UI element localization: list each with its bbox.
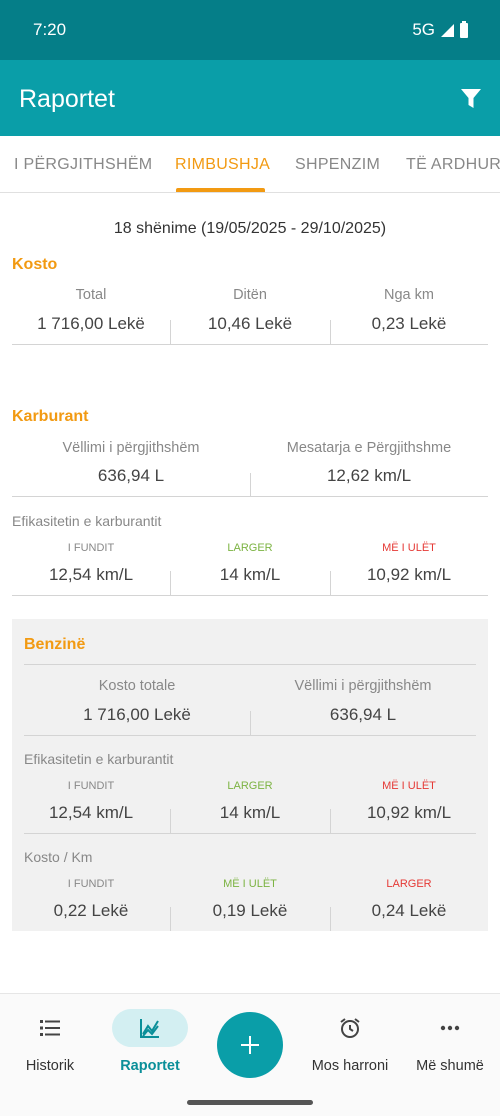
divider bbox=[12, 595, 488, 596]
benzine-efficiency-larger-label: LARGER bbox=[227, 780, 273, 792]
fuel-volume-value: 636,94 L bbox=[97, 466, 165, 485]
nav-label: Raportet bbox=[120, 1058, 180, 1074]
tab-refuel[interactable]: RIMBUSHJA bbox=[175, 156, 270, 174]
divider bbox=[170, 907, 171, 931]
network-label: 5G bbox=[412, 20, 435, 39]
cost-per-km-last-value: 0,22 Lekë bbox=[53, 901, 129, 920]
efficiency-last-label: I FUNDIT bbox=[67, 542, 115, 554]
chart-icon bbox=[140, 1019, 159, 1038]
efficiency-last-value: 12,54 km/L bbox=[48, 565, 134, 584]
divider bbox=[330, 320, 331, 344]
divider bbox=[24, 664, 476, 665]
benzine-efficiency-lowest-value: 10,92 km/L bbox=[366, 803, 452, 822]
fuel-volume-label: Vëllimi i përgjithshëm bbox=[62, 440, 200, 456]
divider bbox=[250, 473, 251, 497]
divider bbox=[330, 907, 331, 931]
add-button[interactable] bbox=[217, 1012, 283, 1078]
divider bbox=[250, 711, 251, 735]
benzine-efficiency-last-label: I FUNDIT bbox=[67, 780, 115, 792]
status-time: 7:20 bbox=[33, 20, 67, 39]
tab-indicator bbox=[176, 188, 265, 192]
benzine-efficiency-last-value: 12,54 km/L bbox=[48, 803, 134, 822]
divider bbox=[170, 571, 171, 595]
benzine-efficiency-title: Efikasitetin e karburantit bbox=[24, 751, 174, 767]
efficiency-larger-value: 14 km/L bbox=[219, 565, 281, 584]
filter-icon[interactable] bbox=[461, 89, 481, 109]
signal-icon bbox=[441, 23, 454, 37]
benzine-efficiency-larger-value: 14 km/L bbox=[219, 803, 281, 822]
divider bbox=[330, 809, 331, 833]
battery-icon bbox=[460, 20, 468, 38]
nav-label: Më shumë bbox=[416, 1058, 484, 1074]
benzine-volume-value: 636,94 L bbox=[329, 705, 397, 724]
cost-per-km-title: Kosto / Km bbox=[24, 849, 93, 865]
benzine-cost-label: Kosto totale bbox=[98, 678, 176, 694]
benzine-volume-label: Vëllimi i përgjithshëm bbox=[294, 678, 432, 694]
efficiency-lowest-value: 10,92 km/L bbox=[366, 565, 452, 584]
divider bbox=[24, 735, 476, 736]
divider bbox=[170, 809, 171, 833]
efficiency-title: Efikasitetin e karburantit bbox=[12, 513, 162, 529]
cost-per-km-lowest-label: MË I ULËT bbox=[223, 878, 277, 890]
efficiency-lowest-label: MË I ULËT bbox=[382, 542, 436, 554]
fuel-average-value: 12,62 km/L bbox=[326, 466, 412, 485]
divider bbox=[12, 344, 488, 345]
cost-per-km-larger-value: 0,24 Lekë bbox=[371, 901, 447, 920]
benzine-efficiency-lowest-label: MË I ULËT bbox=[382, 780, 436, 792]
gesture-bar[interactable] bbox=[187, 1100, 313, 1105]
nav-label: Historik bbox=[25, 1058, 75, 1074]
kosto-km-label: Nga km bbox=[384, 287, 434, 303]
benzine-title: Benzinë bbox=[24, 636, 86, 653]
page-title: Raportet bbox=[19, 85, 115, 113]
karburant-title: Karburant bbox=[12, 408, 89, 425]
tab-expense[interactable]: SHPENZIM bbox=[295, 156, 380, 174]
status-icons: 5G bbox=[412, 20, 468, 40]
kosto-day-label: Ditën bbox=[233, 287, 267, 303]
alarm-icon bbox=[340, 1018, 360, 1038]
kosto-title: Kosto bbox=[12, 256, 58, 273]
benzine-cost-value: 1 716,00 Lekë bbox=[83, 705, 191, 724]
tab-general[interactable]: I PËRGJITHSHËM bbox=[14, 156, 152, 174]
tab-income[interactable]: TË ARDHURA bbox=[406, 156, 500, 174]
kosto-total-label: Total bbox=[75, 287, 107, 303]
list-icon bbox=[40, 1020, 60, 1036]
tab-bar: I PËRGJITHSHËM RIMBUSHJA SHPENZIM TË ARD… bbox=[0, 136, 500, 193]
kosto-km-value: 0,23 Lekë bbox=[371, 314, 447, 333]
records-summary: 18 shënime (19/05/2025 - 29/10/2025) bbox=[113, 220, 387, 237]
bottom-nav: Historik Raportet Mos harroni Më shumë bbox=[0, 993, 500, 1116]
nav-label: Mos harroni bbox=[311, 1058, 389, 1074]
divider bbox=[170, 320, 171, 344]
cost-per-km-lowest-value: 0,19 Lekë bbox=[212, 901, 288, 920]
divider bbox=[24, 833, 476, 834]
fuel-average-label: Mesatarja e Përgjithshme bbox=[286, 440, 452, 456]
app-bar: Raportet bbox=[0, 60, 500, 136]
divider bbox=[330, 571, 331, 595]
cost-per-km-larger-label: LARGER bbox=[386, 878, 432, 890]
cost-per-km-last-label: I FUNDIT bbox=[67, 878, 115, 890]
status-bar: 7:20 5G bbox=[0, 0, 500, 60]
more-dots-icon bbox=[440, 1025, 460, 1031]
kosto-total-value: 1 716,00 Lekë bbox=[37, 314, 145, 333]
divider bbox=[12, 496, 488, 497]
efficiency-larger-label: LARGER bbox=[227, 542, 273, 554]
kosto-day-value: 10,46 Lekë bbox=[207, 314, 293, 333]
